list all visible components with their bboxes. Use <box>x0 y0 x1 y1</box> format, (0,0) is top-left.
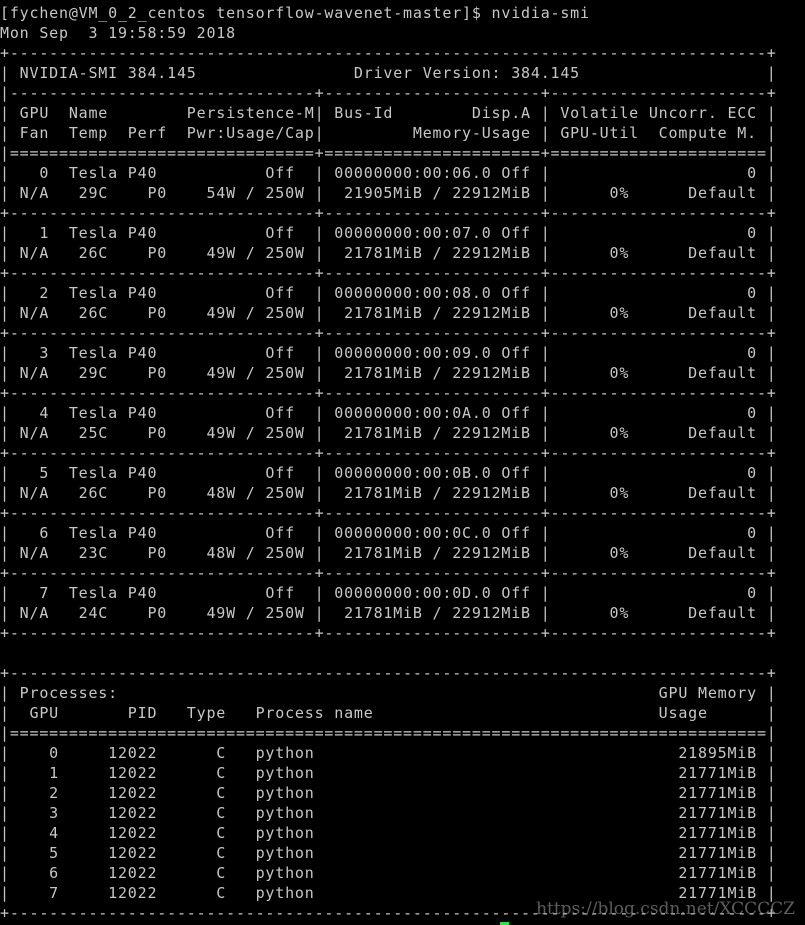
terminal-line: | 0 12022 C python 21895MiB | <box>0 744 777 762</box>
terminal-line: [fychen@VM_0_2_centos tensorflow-wavenet… <box>0 4 590 22</box>
terminal-line: |=======================================… <box>0 724 777 742</box>
terminal-line: +-------------------------------+-------… <box>0 264 777 282</box>
terminal-line: | GPU Name Persistence-M| Bus-Id Disp.A … <box>0 104 777 122</box>
terminal-line: | 6 12022 C python 21771MiB | <box>0 864 777 882</box>
terminal-line: |===============================+=======… <box>0 144 777 162</box>
terminal-line: | N/A 29C P0 49W / 250W | 21781MiB / 229… <box>0 364 777 382</box>
terminal-line: | 4 12022 C python 21771MiB | <box>0 824 777 842</box>
terminal-line: +-------------------------------+-------… <box>0 384 777 402</box>
terminal-line: | 3 Tesla P40 Off | 00000000:00:09.0 Off… <box>0 344 777 362</box>
terminal-line: | N/A 26C P0 49W / 250W | 21781MiB / 229… <box>0 244 777 262</box>
terminal-line: Mon Sep 3 19:58:59 2018 <box>0 24 236 42</box>
terminal-line: | N/A 26C P0 49W / 250W | 21781MiB / 229… <box>0 304 777 322</box>
terminal-line: +-------------------------------+-------… <box>0 504 777 522</box>
terminal-line: | NVIDIA-SMI 384.145 Driver Version: 384… <box>0 64 777 82</box>
terminal-line: | 1 Tesla P40 Off | 00000000:00:07.0 Off… <box>0 224 777 242</box>
terminal-line: | N/A 25C P0 49W / 250W | 21781MiB / 229… <box>0 424 777 442</box>
terminal-line: | 3 12022 C python 21771MiB | <box>0 804 777 822</box>
terminal-window[interactable]: [fychen@VM_0_2_centos tensorflow-wavenet… <box>0 0 805 925</box>
terminal-line: +---------------------------------------… <box>0 664 777 682</box>
terminal-line: +-------------------------------+-------… <box>0 624 777 642</box>
terminal-line: +-------------------------------+-------… <box>0 444 777 462</box>
terminal-line: +-------------------------------+-------… <box>0 204 777 222</box>
terminal-line: +-------------------------------+-------… <box>0 564 777 582</box>
terminal-line: | GPU PID Type Process name Usage | <box>0 704 777 722</box>
terminal-line: | 0 Tesla P40 Off | 00000000:00:06.0 Off… <box>0 164 777 182</box>
terminal-line: | Fan Temp Perf Pwr:Usage/Cap| Memory-Us… <box>0 124 777 142</box>
terminal-line: +---------------------------------------… <box>0 44 777 62</box>
terminal-line: | 5 Tesla P40 Off | 00000000:00:0B.0 Off… <box>0 464 777 482</box>
terminal-line: | 4 Tesla P40 Off | 00000000:00:0A.0 Off… <box>0 404 777 422</box>
terminal-line: | Processes: GPU Memory | <box>0 684 777 702</box>
terminal-line: | 2 Tesla P40 Off | 00000000:00:08.0 Off… <box>0 284 777 302</box>
terminal-output: [fychen@VM_0_2_centos tensorflow-wavenet… <box>0 3 777 923</box>
terminal-line: | 6 Tesla P40 Off | 00000000:00:0C.0 Off… <box>0 524 777 542</box>
watermark-text: https://blog.csdn.net/XCCCCZ <box>536 899 795 919</box>
terminal-line: | 2 12022 C python 21771MiB | <box>0 784 777 802</box>
terminal-line: | N/A 29C P0 54W / 250W | 21905MiB / 229… <box>0 184 777 202</box>
terminal-line: +-------------------------------+-------… <box>0 324 777 342</box>
terminal-line: | N/A 26C P0 48W / 250W | 21781MiB / 229… <box>0 484 777 502</box>
terminal-line: | 1 12022 C python 21771MiB | <box>0 764 777 782</box>
terminal-line: | 5 12022 C python 21771MiB | <box>0 844 777 862</box>
terminal-line: | N/A 24C P0 49W / 250W | 21781MiB / 229… <box>0 604 777 622</box>
terminal-line: | 7 Tesla P40 Off | 00000000:00:0D.0 Off… <box>0 584 777 602</box>
terminal-line: |-------------------------------+-------… <box>0 84 777 102</box>
terminal-line: | N/A 23C P0 48W / 250W | 21781MiB / 229… <box>0 544 777 562</box>
